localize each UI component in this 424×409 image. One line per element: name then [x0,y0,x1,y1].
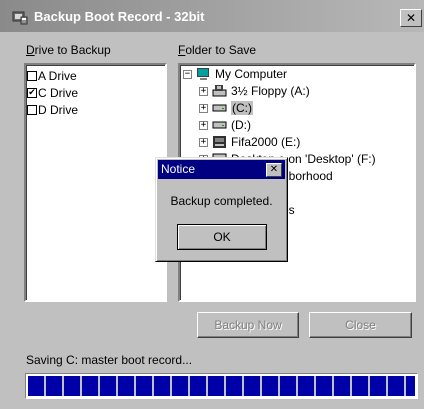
collapse-icon[interactable]: − [183,69,192,79]
tree-item-floppy[interactable]: + 3½ Floppy (A:) [199,83,310,99]
dialog-title: Notice [161,162,196,176]
drive-item-label: A Drive [38,68,77,83]
drive-item-label: C Drive [38,85,79,100]
drive-item-d[interactable]: D Drive [27,101,164,118]
checkbox-icon[interactable] [27,70,37,81]
cd-drive-icon [213,136,226,148]
expand-icon[interactable]: + [199,86,208,96]
window-close-button[interactable]: ✕ [400,9,422,27]
progress-bar [25,373,418,399]
tree-item-e-drive[interactable]: + Fifa2000 (E:) [199,134,300,150]
close-button[interactable]: Close [309,312,412,338]
drive-to-backup-label: Drive to Backup [26,43,111,57]
dialog-title-bar[interactable]: Notice ✕ [158,160,285,179]
drive-item-a[interactable]: A Drive [27,67,164,84]
close-icon: ✕ [405,11,417,25]
expand-icon[interactable]: + [199,137,208,147]
hard-drive-icon [212,121,227,129]
progress-bar-fill [28,376,415,396]
tree-item-d-drive[interactable]: + (D:) [199,117,251,133]
checkbox-icon[interactable] [27,104,37,115]
backup-now-button[interactable]: Backup Now [197,312,299,338]
tree-item-label: nborhood [282,169,333,183]
tree-item-network-neighborhood[interactable]: nborhood [282,168,333,184]
tree-item-label: My Computer [215,67,288,81]
tree-item-label: (D:) [231,118,251,132]
tree-item-label: Fifa2000 (E:) [231,135,301,149]
expand-icon[interactable]: + [199,120,208,130]
drive-list[interactable]: A Drive ✔ C Drive D Drive [24,63,167,302]
main-window: Backup Boot Record - 32bit ✕ Drive to Ba… [0,0,424,409]
hard-drive-icon [212,104,227,112]
floppy-icon [212,85,227,97]
drive-item-label: D Drive [38,102,79,117]
status-text: Saving C: master boot record... [26,353,193,367]
dialog-close-button[interactable]: ✕ [266,163,282,177]
expand-icon[interactable]: + [199,103,208,113]
folder-to-save-label: Folder to Save [178,43,257,57]
checkbox-checked-icon[interactable]: ✔ [27,87,37,98]
drive-item-c[interactable]: ✔ C Drive [27,84,164,101]
ok-button[interactable]: OK [177,224,267,250]
tree-item-my-computer[interactable]: − My Computer [183,66,287,82]
tree-item-label: (C:) [231,101,253,115]
computer-icon [197,68,209,80]
notice-dialog: Notice ✕ Backup completed. OK [155,157,288,262]
tree-item-c-drive[interactable]: + (C:) [199,100,253,116]
tree-item-label: 3½ Floppy (A:) [231,84,310,98]
app-icon [12,11,28,25]
dialog-message: Backup completed. [170,194,273,208]
title-bar[interactable]: Backup Boot Record - 32bit ✕ [0,0,424,32]
close-icon: ✕ [269,164,279,175]
window-title: Backup Boot Record - 32bit [34,9,205,24]
